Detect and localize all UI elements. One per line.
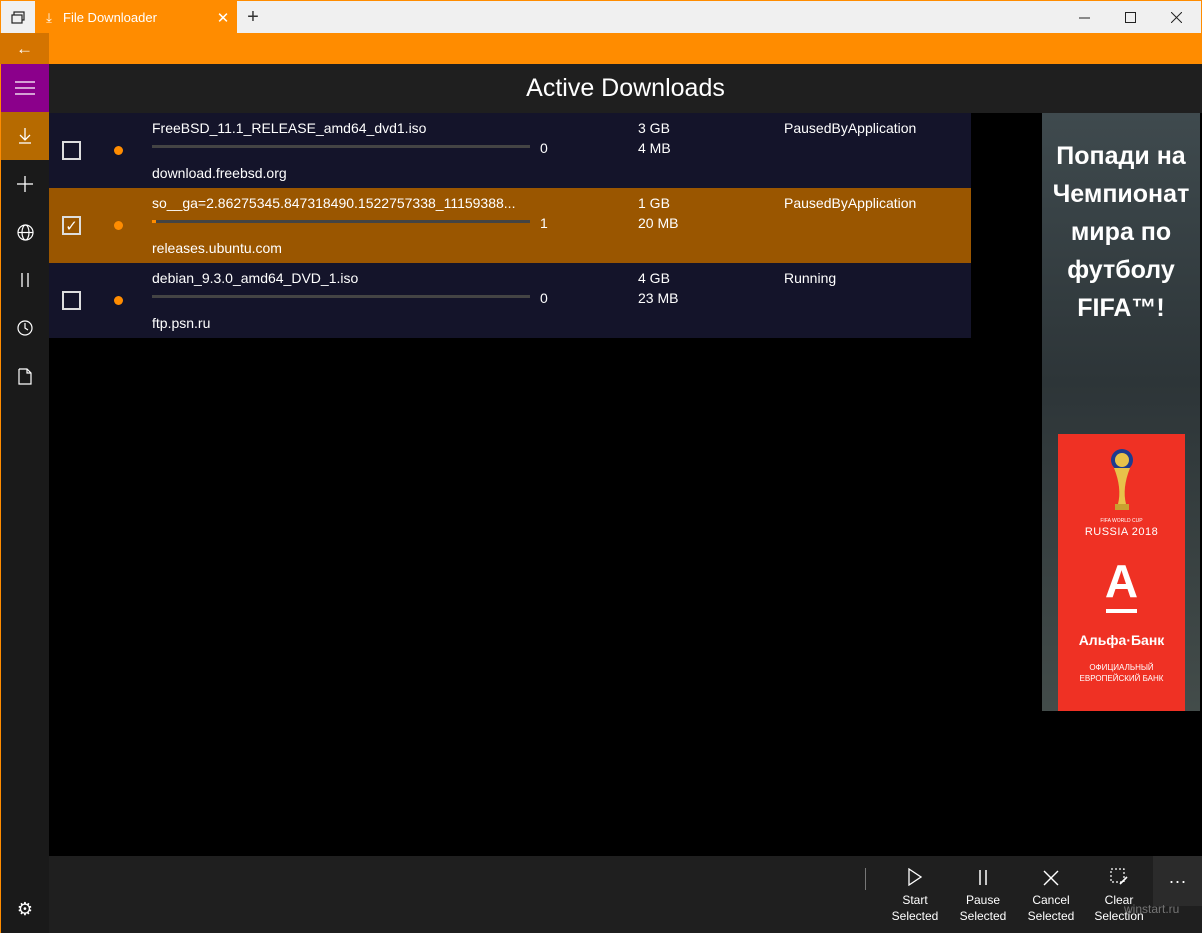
- download-row[interactable]: debian_9.3.0_amd64_DVD_1.iso 0 ftp.psn.ru 4…: [49, 263, 971, 338]
- download-size: 1 GB: [638, 195, 670, 211]
- pause-icon: [949, 868, 1017, 892]
- download-row[interactable]: FreeBSD_11.1_RELEASE_amd64_dvd1.iso 0 down…: [49, 113, 971, 188]
- start-selected-button[interactable]: Start Selected: [881, 867, 949, 928]
- maximize-button[interactable]: [1107, 1, 1153, 34]
- ad-bank-name: Альфа·Банк: [1078, 632, 1165, 648]
- close-tab-icon[interactable]: ✕: [209, 9, 237, 27]
- download-percent: 1: [540, 215, 548, 231]
- cancel-selected-label: Cancel Selected: [1027, 893, 1075, 923]
- status-dot-icon: [114, 296, 123, 305]
- document-icon: [18, 367, 32, 385]
- hamburger-icon: [15, 81, 35, 95]
- nav-active-downloads[interactable]: [1, 112, 49, 160]
- download-percent: 0: [540, 140, 548, 156]
- ad-cup-subtitle: FIFA WORLD CUP: [1100, 518, 1143, 524]
- new-tab-button[interactable]: +: [237, 1, 269, 34]
- page-title: Active Downloads: [526, 74, 725, 102]
- ad-bank-subtitle: ОФИЦИАЛЬНЫЙ ЕВРОПЕЙСКИЙ БАНК: [1079, 663, 1164, 683]
- task-view-icon[interactable]: [1, 1, 35, 34]
- play-icon: [881, 867, 949, 892]
- download-progress-bar: [152, 145, 530, 148]
- download-icon: [19, 128, 31, 144]
- pause-icon: [21, 273, 29, 287]
- globe-icon: [16, 223, 34, 241]
- ad-sponsor-card: FIFA WORLD CUP RUSSIA 2018 А Альфа·Банк …: [1058, 434, 1185, 711]
- cancel-selected-button[interactable]: Cancel Selected: [1017, 868, 1085, 928]
- hamburger-menu-button[interactable]: [1, 64, 49, 112]
- command-bar: Start Selected Pause Selected Cancel Sel…: [49, 856, 1202, 933]
- side-navigation: ⚙: [0, 64, 49, 933]
- download-status: PausedByApplication: [784, 195, 917, 211]
- title-bar: ⤓ File Downloader ✕ +: [0, 0, 1202, 34]
- alfa-bank-logo: А: [1104, 555, 1139, 607]
- nav-browser[interactable]: [1, 208, 49, 256]
- minimize-button[interactable]: [1061, 1, 1107, 34]
- alfa-bank-logo-bar: [1106, 609, 1137, 613]
- download-progress-fill: [152, 220, 156, 223]
- world-cup-trophy-icon: [1111, 449, 1133, 510]
- download-size: 3 GB: [638, 120, 670, 136]
- app-accent-bar: [0, 33, 1202, 64]
- ad-cup-name: RUSSIA 2018: [1084, 526, 1159, 538]
- close-window-button[interactable]: [1153, 1, 1199, 34]
- plus-icon: [17, 176, 33, 192]
- clear-selection-button[interactable]: Clear Selection: [1085, 868, 1153, 928]
- cancel-x-icon: [1017, 868, 1085, 892]
- download-progress-bar: [152, 295, 530, 298]
- back-button[interactable]: ←: [0, 33, 49, 64]
- ad-headline: Попади на Чемпионат мира по футболу FIFA…: [1052, 142, 1190, 322]
- command-separator: [865, 868, 866, 890]
- download-row[interactable]: ✓ so__ga=2.86275345.847318490.1522757338_…: [49, 188, 971, 263]
- download-speed: 23 MB: [638, 290, 679, 306]
- clear-selection-icon: [1085, 868, 1153, 892]
- download-host: releases.ubuntu.com: [152, 240, 282, 256]
- download-checkbox[interactable]: [62, 291, 81, 310]
- download-checkbox[interactable]: ✓: [62, 216, 81, 235]
- download-speed: 4 MB: [638, 140, 671, 156]
- download-filename: FreeBSD_11.1_RELEASE_amd64_dvd1.iso: [152, 120, 427, 136]
- nav-paused[interactable]: [1, 256, 49, 304]
- download-status: Running: [784, 270, 837, 286]
- tab-title: File Downloader: [63, 10, 157, 25]
- advertisement-banner[interactable]: Попади на Чемпионат мира по футболу FIFA…: [1042, 113, 1200, 711]
- download-list: FreeBSD_11.1_RELEASE_amd64_dvd1.iso 0 down…: [49, 113, 971, 338]
- download-arrow-icon: ⤓: [46, 9, 52, 25]
- pause-selected-button[interactable]: Pause Selected: [949, 868, 1017, 928]
- start-selected-label: Start Selected: [891, 893, 939, 923]
- settings-button[interactable]: ⚙: [1, 885, 49, 933]
- download-host: ftp.psn.ru: [152, 315, 211, 331]
- back-arrow-icon: ←: [16, 38, 33, 58]
- page-header: Active Downloads: [49, 64, 1202, 113]
- status-dot-icon: [114, 146, 123, 155]
- nav-completed[interactable]: [1, 352, 49, 400]
- download-speed: 20 MB: [638, 215, 679, 231]
- download-filename: so__ga=2.86275345.847318490.1522757338_1…: [152, 195, 516, 211]
- download-checkbox[interactable]: [62, 141, 81, 160]
- download-filename: debian_9.3.0_amd64_DVD_1.iso: [152, 270, 359, 286]
- nav-history[interactable]: [1, 304, 49, 352]
- more-options-button[interactable]: ···: [1153, 856, 1202, 906]
- download-percent: 0: [540, 290, 548, 306]
- pause-selected-label: Pause Selected: [959, 893, 1007, 923]
- download-size: 4 GB: [638, 270, 670, 286]
- watermark-text: winstart.ru: [1124, 902, 1180, 916]
- download-progress-bar: [152, 220, 530, 223]
- clock-icon: [17, 320, 33, 336]
- nav-add-download[interactable]: [1, 160, 49, 208]
- download-status: PausedByApplication: [784, 120, 917, 136]
- status-dot-icon: [114, 221, 123, 230]
- gear-icon: ⚙: [16, 898, 34, 919]
- app-tab[interactable]: ⤓ File Downloader ✕: [35, 1, 237, 34]
- download-host: download.freebsd.org: [152, 165, 287, 181]
